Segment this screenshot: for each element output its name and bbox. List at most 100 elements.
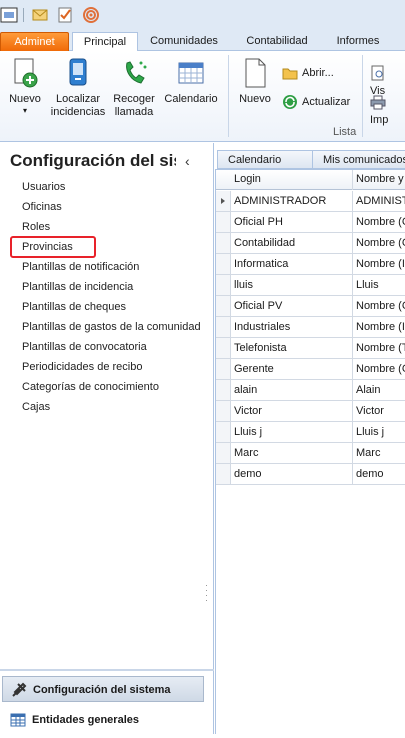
abrir-button[interactable]: Abrir... [282, 64, 334, 82]
nav-bar-entidades-generales[interactable]: Entidades generales [2, 707, 204, 733]
table-cell-nombre[interactable]: Nombre (T [353, 338, 405, 359]
tab-mis-comunicados[interactable]: Mis comunicados a [312, 150, 405, 169]
table-cell-nombre[interactable]: Marc [353, 443, 405, 464]
table-cell-login[interactable]: ADMINISTRADOR [231, 191, 353, 212]
task-icon[interactable] [56, 6, 74, 24]
row-indicator[interactable] [216, 317, 231, 338]
collapse-pane-icon[interactable]: ‹ [185, 153, 190, 169]
recoger-label-line2: llamada [114, 106, 154, 118]
row-indicator[interactable] [216, 380, 231, 401]
table-cell-nombre[interactable]: Lluis [353, 275, 405, 296]
table-cell-nombre[interactable]: Nombre (In [353, 254, 405, 275]
recoger-label-line1: Recoger [113, 93, 155, 105]
nuevo-label: Nuevo [9, 93, 41, 105]
row-indicator[interactable] [216, 338, 231, 359]
row-indicator[interactable] [216, 212, 231, 233]
localizar-label-line2: incidencias [50, 106, 106, 118]
nav-item-usuarios[interactable]: Usuarios [22, 179, 201, 199]
tab-comunidades[interactable]: Comunidades [143, 32, 225, 51]
mail-icon[interactable] [31, 6, 49, 24]
imprimir-button[interactable]: Imp [370, 93, 405, 126]
column-header-nombre[interactable]: Nombre y [353, 170, 405, 190]
users-grid: Login Nombre y ADMINISTRADOR ADMINIST Ofic… [215, 169, 405, 734]
table-cell-nombre[interactable]: Nombre (C [353, 212, 405, 233]
table-cell-nombre[interactable]: Nombre (C [353, 233, 405, 254]
table-cell-login[interactable]: Telefonista [231, 338, 353, 359]
table-cell-login[interactable]: Informatica [231, 254, 353, 275]
nav-bar-configuracion-sistema[interactable]: Configuración del sistema [2, 676, 204, 702]
table-cell-login[interactable]: alain [231, 380, 353, 401]
table-cell-login[interactable]: Lluis j [231, 422, 353, 443]
tab-adminet[interactable]: Adminet [0, 32, 69, 51]
calendario-label: Calendario [164, 93, 218, 105]
table-cell-login[interactable]: Oficial PV [231, 296, 353, 317]
table-cell-login[interactable]: Victor [231, 401, 353, 422]
row-indicator[interactable] [216, 275, 231, 296]
broadcast-icon[interactable] [82, 6, 100, 24]
table-cell-login[interactable]: Contabilidad [231, 233, 353, 254]
nav-item-plantillas-incidencia[interactable]: Plantillas de incidencia [22, 279, 201, 299]
app-icon[interactable] [0, 6, 18, 24]
nav-item-cajas[interactable]: Cajas [22, 399, 201, 419]
printer-icon [370, 94, 386, 110]
row-indicator[interactable] [216, 464, 231, 485]
table-cell-login[interactable]: demo [231, 464, 353, 485]
nuevo-lista-button[interactable]: Nuevo [236, 57, 274, 106]
table-cell-nombre[interactable]: Lluis j [353, 422, 405, 443]
ribbon-separator-2 [362, 55, 363, 137]
table-cell-login[interactable]: Industriales [231, 317, 353, 338]
new-document-icon [10, 57, 40, 89]
table-cell-login[interactable]: Oficial PH [231, 212, 353, 233]
row-indicator[interactable] [216, 254, 231, 275]
nav-item-plantillas-convocatoria[interactable]: Plantillas de convocatoria [22, 339, 201, 359]
nav-item-plantillas-cheques[interactable]: Plantillas de cheques [22, 299, 201, 319]
table-cell-login[interactable]: lluis [231, 275, 353, 296]
nav-bottom-separator[interactable] [0, 669, 214, 671]
row-indicator[interactable] [216, 401, 231, 422]
grid-header: Login Nombre y [216, 170, 405, 190]
content-area: Calendario Mis comunicados a Login Nombr… [215, 143, 405, 734]
table-cell-nombre[interactable]: Victor [353, 401, 405, 422]
nuevo-button[interactable]: Nuevo ▾ [6, 57, 44, 116]
nav-title: Configuración del sistema [10, 151, 176, 170]
column-header-login[interactable]: Login [231, 170, 353, 190]
tab-calendario[interactable]: Calendario [217, 150, 313, 169]
quick-access-toolbar [0, 0, 405, 30]
tab-informes[interactable]: Informes [328, 32, 388, 51]
nav-item-periodicidades-recibo[interactable]: Periodicidades de recibo [22, 359, 201, 379]
nav-bar-entidades-label: Entidades generales [32, 714, 139, 726]
nav-item-plantillas-notificacion[interactable]: Plantillas de notificación [22, 259, 201, 279]
localizar-label-line1: Localizar [55, 93, 101, 105]
table-cell-nombre[interactable]: Nombre (G [353, 359, 405, 380]
actualizar-button[interactable]: Actualizar [282, 93, 350, 111]
nav-item-categorias-conocimiento[interactable]: Categorías de conocimiento [22, 379, 201, 399]
row-indicator[interactable] [216, 443, 231, 464]
folder-icon [282, 65, 298, 81]
vista-button[interactable]: Vis [370, 64, 405, 97]
nav-item-oficinas[interactable]: Oficinas [22, 199, 201, 219]
splitter-handle[interactable]: · · · · [205, 581, 209, 605]
table-cell-nombre[interactable]: Nombre (In [353, 317, 405, 338]
localizar-incidencias-button[interactable]: Localizar incidencias [50, 57, 106, 119]
table-cell-nombre[interactable]: Alain [353, 380, 405, 401]
row-indicator[interactable] [216, 296, 231, 317]
table-cell-nombre[interactable]: Nombre (C [353, 296, 405, 317]
table-cell-nombre[interactable]: demo [353, 464, 405, 485]
table-cell-login[interactable]: Gerente [231, 359, 353, 380]
nav-item-plantillas-gastos[interactable]: Plantillas de gastos de la comunidad [22, 319, 201, 339]
tab-principal[interactable]: Principal [72, 32, 138, 52]
row-indicator[interactable] [216, 359, 231, 380]
nuevo-lista-label: Nuevo [239, 93, 271, 105]
table-cell-nombre[interactable]: ADMINIST [353, 191, 405, 212]
row-indicator[interactable] [216, 422, 231, 443]
row-indicator[interactable] [216, 233, 231, 254]
table-cell-login[interactable]: Marc [231, 443, 353, 464]
recoger-llamada-button[interactable]: Recoger llamada [110, 57, 158, 119]
find-incident-icon [63, 57, 93, 89]
dropdown-arrow-icon: ▾ [22, 106, 27, 115]
tab-contabilidad[interactable]: Contabilidad [238, 32, 316, 51]
calendar-icon [176, 57, 206, 89]
calendario-button[interactable]: Calendario [162, 57, 220, 106]
row-indicator[interactable] [216, 191, 231, 212]
group-label-lista: Lista [333, 126, 357, 138]
